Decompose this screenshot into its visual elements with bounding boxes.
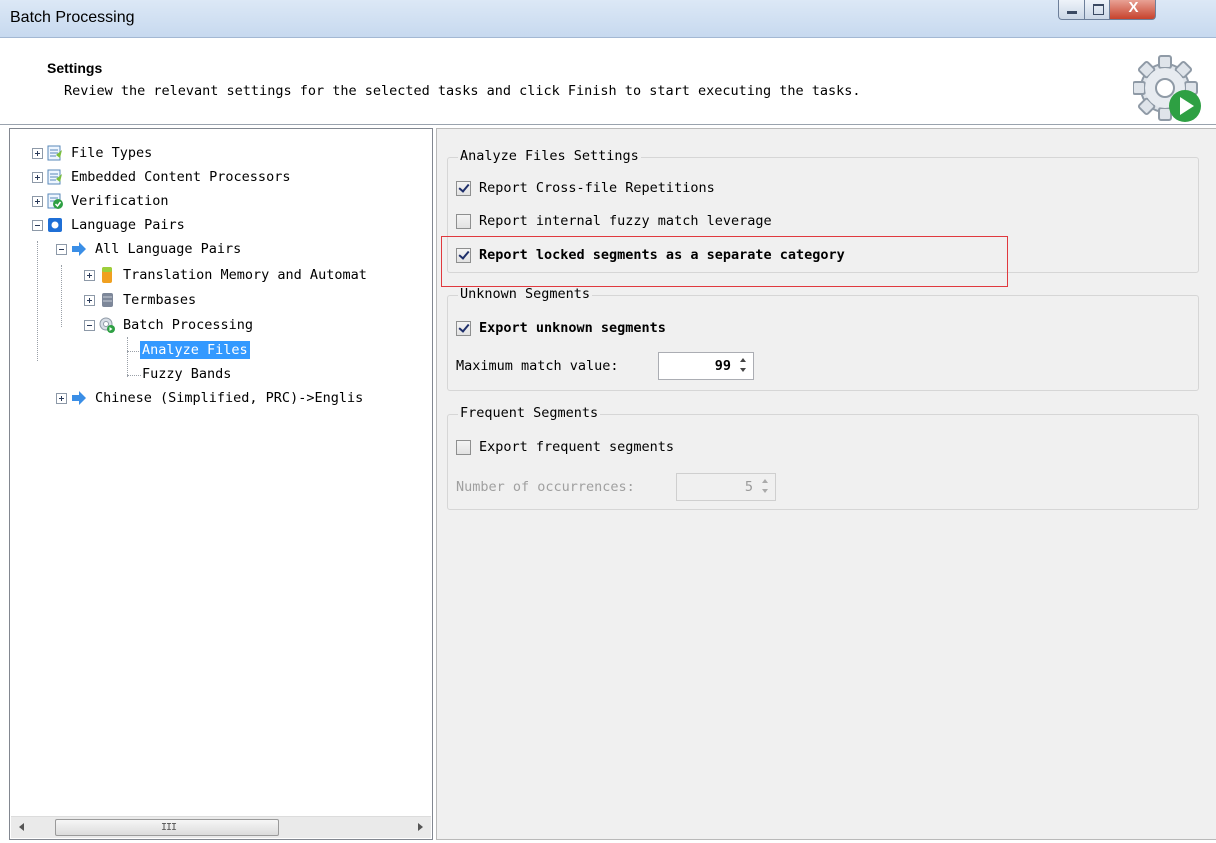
highlight-annotation: [441, 236, 1008, 287]
maximum-match-spinner[interactable]: 99: [658, 352, 754, 380]
maximize-button[interactable]: [1084, 0, 1110, 20]
report-internal-fuzzy-checkbox[interactable]: Report internal fuzzy match leverage: [456, 211, 772, 231]
window-title: Batch Processing: [10, 9, 135, 26]
arrow-right-icon: [72, 391, 86, 405]
analyze-files-group-title: Analyze Files Settings: [458, 148, 641, 164]
tree-guide-line: [37, 241, 38, 361]
translation-memory-icon: [102, 267, 112, 283]
spinner-arrows-icon[interactable]: [739, 358, 749, 376]
checkbox-checked-icon[interactable]: [456, 320, 471, 336]
checkbox-unchecked-icon[interactable]: [456, 213, 471, 229]
tree-item-language-pairs[interactable]: Language Pairs: [32, 214, 187, 236]
checkbox-checked-icon[interactable]: [456, 180, 471, 196]
collapse-icon[interactable]: [84, 319, 95, 331]
tree-item-translation-memory[interactable]: Translation Memory and Automat: [84, 264, 369, 286]
scroll-right-button[interactable]: [409, 817, 431, 838]
horizontal-scrollbar[interactable]: III: [11, 816, 431, 838]
tree-item-termbases[interactable]: Termbases: [84, 289, 198, 311]
tree-guide-line: [127, 337, 128, 377]
close-icon: X: [1128, 0, 1139, 16]
scroll-grip: III: [161, 822, 177, 833]
title-bar: Batch Processing X: [0, 0, 1216, 38]
tree-item-fuzzy-bands[interactable]: Fuzzy Bands: [140, 363, 233, 385]
expand-icon[interactable]: [84, 294, 95, 306]
collapse-icon[interactable]: [32, 219, 43, 231]
embedded-content-icon: [47, 169, 62, 185]
tree-item-file-types[interactable]: File Types: [32, 142, 154, 164]
close-button[interactable]: X: [1109, 0, 1156, 20]
export-frequent-segments-checkbox[interactable]: Export frequent segments: [456, 437, 674, 457]
tree-guide-line: [127, 351, 141, 352]
expand-icon[interactable]: [56, 392, 67, 404]
wizard-header: Settings Review the relevant settings fo…: [0, 38, 1216, 125]
tree-guide-line: [61, 265, 62, 327]
tree-guide-line: [127, 375, 141, 376]
unknown-segments-group: Unknown Segments Export unknown segments…: [447, 286, 1199, 391]
occurrences-spinner[interactable]: 5: [676, 473, 776, 501]
tree-item-batch-processing[interactable]: Batch Processing: [84, 314, 255, 336]
page-title: Settings: [47, 60, 103, 76]
frequent-segments-group: Frequent Segments Export frequent segmen…: [447, 405, 1199, 510]
unknown-segments-group-title: Unknown Segments: [458, 286, 593, 302]
settings-panel: Analyze Files Settings Report Cross-file…: [436, 128, 1216, 840]
verification-icon: [47, 193, 63, 209]
checkbox-unchecked-icon[interactable]: [456, 439, 471, 455]
frequent-segments-group-title: Frequent Segments: [458, 405, 601, 421]
page-description: Review the relevant settings for the sel…: [64, 83, 861, 99]
maximum-match-label: Maximum match value:: [456, 358, 619, 374]
tree-item-chinese-to-english[interactable]: Chinese (Simplified, PRC)->Englis: [56, 387, 365, 409]
tree-item-all-language-pairs[interactable]: All Language Pairs: [56, 238, 243, 260]
tree-item-embedded-content-processors[interactable]: Embedded Content Processors: [32, 166, 292, 188]
occurrences-label: Number of occurrences:: [456, 479, 635, 495]
collapse-icon[interactable]: [56, 243, 67, 255]
expand-icon[interactable]: [84, 269, 95, 281]
file-types-icon: [47, 145, 62, 161]
scroll-thumb[interactable]: III: [55, 819, 279, 836]
expand-icon[interactable]: [32, 195, 43, 207]
export-unknown-segments-checkbox[interactable]: Export unknown segments: [456, 318, 666, 338]
spinner-arrows-icon[interactable]: [761, 479, 771, 497]
gear-play-icon: [1133, 55, 1201, 122]
report-cross-file-checkbox[interactable]: Report Cross-file Repetitions: [456, 178, 715, 198]
language-pairs-icon: [48, 218, 62, 232]
scroll-left-button[interactable]: [11, 817, 33, 838]
minimize-button[interactable]: [1058, 0, 1085, 20]
settings-tree[interactable]: File Types Embedded Content Processors V…: [9, 128, 433, 840]
expand-icon[interactable]: [32, 171, 43, 183]
tree-item-analyze-files[interactable]: Analyze Files: [140, 339, 250, 361]
arrow-right-icon: [72, 242, 86, 256]
batch-processing-icon: [99, 317, 115, 333]
tree-item-verification[interactable]: Verification: [32, 190, 171, 212]
termbase-icon: [102, 293, 113, 307]
expand-icon[interactable]: [32, 147, 43, 159]
